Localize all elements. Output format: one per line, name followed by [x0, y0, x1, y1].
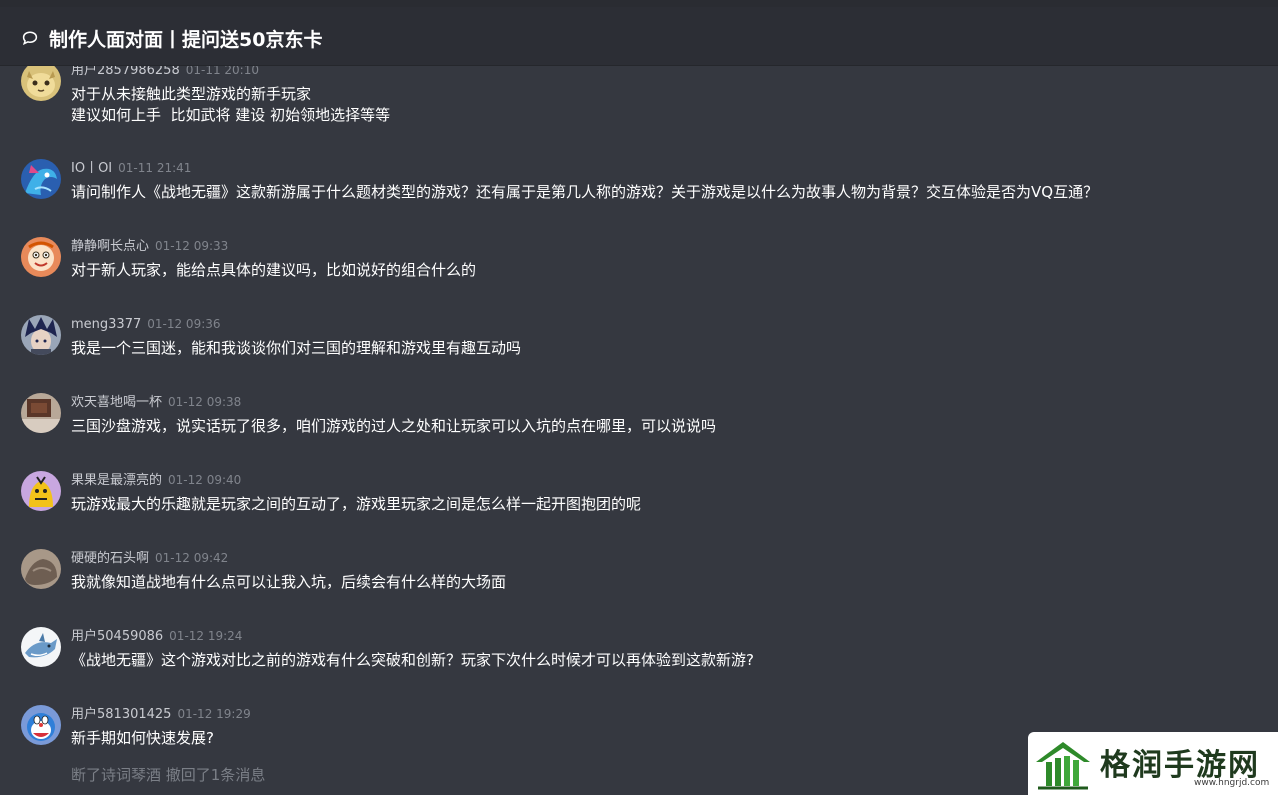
username[interactable]: 欢天喜地喝一杯: [71, 395, 162, 410]
watermark-url: www.hngrjd.com: [1194, 778, 1270, 788]
avatar[interactable]: [21, 393, 61, 433]
avatar[interactable]: [21, 315, 61, 355]
avatar[interactable]: [21, 627, 61, 667]
timestamp: 01-12 19:29: [177, 707, 251, 721]
chat-header: 制作人面对面丨提问送50京东卡: [0, 7, 1278, 66]
username[interactable]: IO丨OI: [71, 161, 112, 176]
message-text: 我是一个三国迷，能和我谈谈你们对三国的理解和游戏里有趣互动吗: [71, 339, 522, 357]
timestamp: 01-12 09:33: [155, 239, 229, 253]
message-text: 对于从未接触此类型游戏的新手玩家 建议如何上手 比如武将 建设 初始领地选择等等: [71, 85, 391, 124]
timestamp: 01-12 09:42: [155, 551, 229, 565]
watermark-badge: 格润手游网 www.hngrjd.com: [1028, 732, 1278, 795]
photo-avatar-icon: [21, 393, 61, 433]
timestamp: 01-12 09:38: [168, 395, 242, 409]
avatar[interactable]: [21, 66, 61, 101]
house-logo-icon: [1036, 742, 1090, 790]
yellow-character-avatar-icon: [21, 471, 61, 511]
message-text: 《战地无疆》这个游戏对比之前的游戏有什么突破和创新？玩家下次什么时候才可以再体验…: [71, 651, 754, 669]
message-text: 新手期如何快速发展?: [71, 729, 214, 747]
timestamp: 01-12 09:40: [168, 473, 242, 487]
message-text: 我就像知道战地有什么点可以让我入坑，后续会有什么样的大场面: [71, 573, 507, 591]
message-meta: IO丨OI 01-11 21:41: [71, 159, 191, 178]
cat-face-avatar-icon: [21, 66, 61, 101]
avatar[interactable]: [21, 471, 61, 511]
username[interactable]: 果果是最漂亮的: [71, 473, 162, 488]
message-meta: 欢天喜地喝一杯 01-12 09:38: [71, 393, 241, 412]
message-meta: 果果是最漂亮的 01-12 09:40: [71, 471, 241, 490]
avatar[interactable]: [21, 705, 61, 745]
username[interactable]: 硬硬的石头啊: [71, 551, 149, 566]
top-border: [0, 0, 1278, 7]
timestamp: 01-11 20:10: [185, 66, 259, 77]
recall-notice: 断了诗词琴酒 撤回了1条消息: [71, 766, 266, 784]
shark-avatar-icon: [21, 627, 61, 667]
avatar[interactable]: [21, 549, 61, 589]
chat-window: 制作人面对面丨提问送50京东卡 用户2857986258 01-11 20:10 …: [0, 0, 1278, 795]
anime-boy-avatar-icon: [21, 315, 61, 355]
blue-dragon-avatar-icon: [21, 159, 61, 199]
rock-avatar-icon: [21, 549, 61, 589]
avatar[interactable]: [21, 237, 61, 277]
avatar[interactable]: [21, 159, 61, 199]
message-meta: meng3377 01-12 09:36: [71, 315, 221, 334]
message-text: 玩游戏最大的乐趣就是玩家之间的互动了，游戏里玩家之间是怎么样一起开图抱团的呢: [71, 495, 642, 513]
message-text: 三国沙盘游戏，说实话玩了很多，咱们游戏的过人之处和让玩家可以入坑的点在哪里，可以…: [71, 417, 717, 435]
message-meta: 静静啊长点心 01-12 09:33: [71, 237, 228, 256]
timestamp: 01-12 19:24: [169, 629, 243, 643]
username[interactable]: 用户50459086: [71, 629, 163, 644]
page-title: 制作人面对面丨提问送50京东卡: [49, 29, 323, 51]
username[interactable]: 用户581301425: [71, 707, 171, 722]
message-list[interactable]: 用户2857986258 01-11 20:10 对于从未接触此类型游戏的新手玩家…: [0, 66, 1278, 795]
timestamp: 01-12 09:36: [147, 317, 221, 331]
message-meta: 硬硬的石头啊 01-12 09:42: [71, 549, 228, 568]
message-text: 对于新人玩家，能给点具体的建议吗，比如说好的组合什么的: [71, 261, 477, 279]
doraemon-avatar-icon: [21, 705, 61, 745]
username[interactable]: 静静啊长点心: [71, 239, 149, 254]
message-meta: 用户581301425 01-12 19:29: [71, 705, 251, 724]
username[interactable]: meng3377: [71, 317, 141, 332]
cartoon-face-avatar-icon: [21, 237, 61, 277]
message-meta: 用户50459086 01-12 19:24: [71, 627, 242, 646]
username[interactable]: 用户2857986258: [71, 66, 180, 78]
message-text: 请问制作人《战地无疆》这款新游属于什么题材类型的游戏？还有属于是第几人称的游戏？…: [71, 183, 1099, 201]
message-meta: 用户2857986258 01-11 20:10: [71, 66, 259, 80]
timestamp: 01-11 21:41: [118, 161, 192, 175]
chat-bubble-icon: [22, 31, 38, 45]
